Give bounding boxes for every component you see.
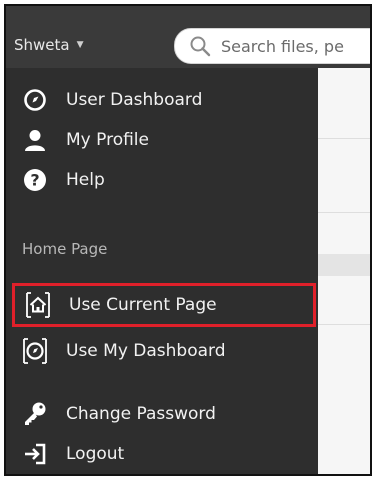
menu-item-use-current-page[interactable]: Use Current Page [12,283,316,327]
menu-item-logout[interactable]: Logout [6,434,318,474]
background-band [318,254,370,276]
menu-item-label: My Profile [66,130,149,150]
menu-item-use-my-dashboard[interactable]: Use My Dashboard [6,331,318,371]
menu-item-label: Logout [66,444,125,464]
search-input[interactable] [221,36,370,56]
menu-item-label: Change Password [66,404,216,424]
menu-item-help[interactable]: ? Help [6,160,318,200]
menu-item-label: User Dashboard [66,90,203,110]
background-divider [318,324,370,325]
dashboard-icon [22,87,48,113]
logout-icon [22,441,48,467]
menu-item-change-password[interactable]: Change Password [6,394,318,434]
section-header-home-page: Home Page [22,240,108,258]
screenshot-frame: Shweta ▼ User Dashboard [4,4,372,476]
background-page [318,68,370,474]
background-divider [318,138,370,139]
menu-item-label: Use Current Page [69,295,217,315]
user-menu-toggle[interactable]: Shweta ▼ [14,36,84,54]
svg-text:?: ? [30,171,39,190]
menu-item-my-profile[interactable]: My Profile [6,120,318,160]
user-dropdown-menu: User Dashboard My Profile ? Help Home Pa… [6,68,318,474]
username-label: Shweta [14,36,70,54]
menu-item-label: Help [66,170,105,190]
dashboard-icon [22,338,48,364]
user-icon [22,127,48,153]
search-box[interactable] [174,28,370,64]
menu-item-user-dashboard[interactable]: User Dashboard [6,80,318,120]
top-bar: Shweta ▼ [6,6,370,68]
help-icon: ? [22,167,48,193]
menu-item-label: Use My Dashboard [66,341,226,361]
background-divider [318,212,370,213]
caret-down-icon: ▼ [76,40,84,50]
home-icon [25,292,51,318]
search-icon [190,36,211,57]
key-icon [22,401,48,427]
